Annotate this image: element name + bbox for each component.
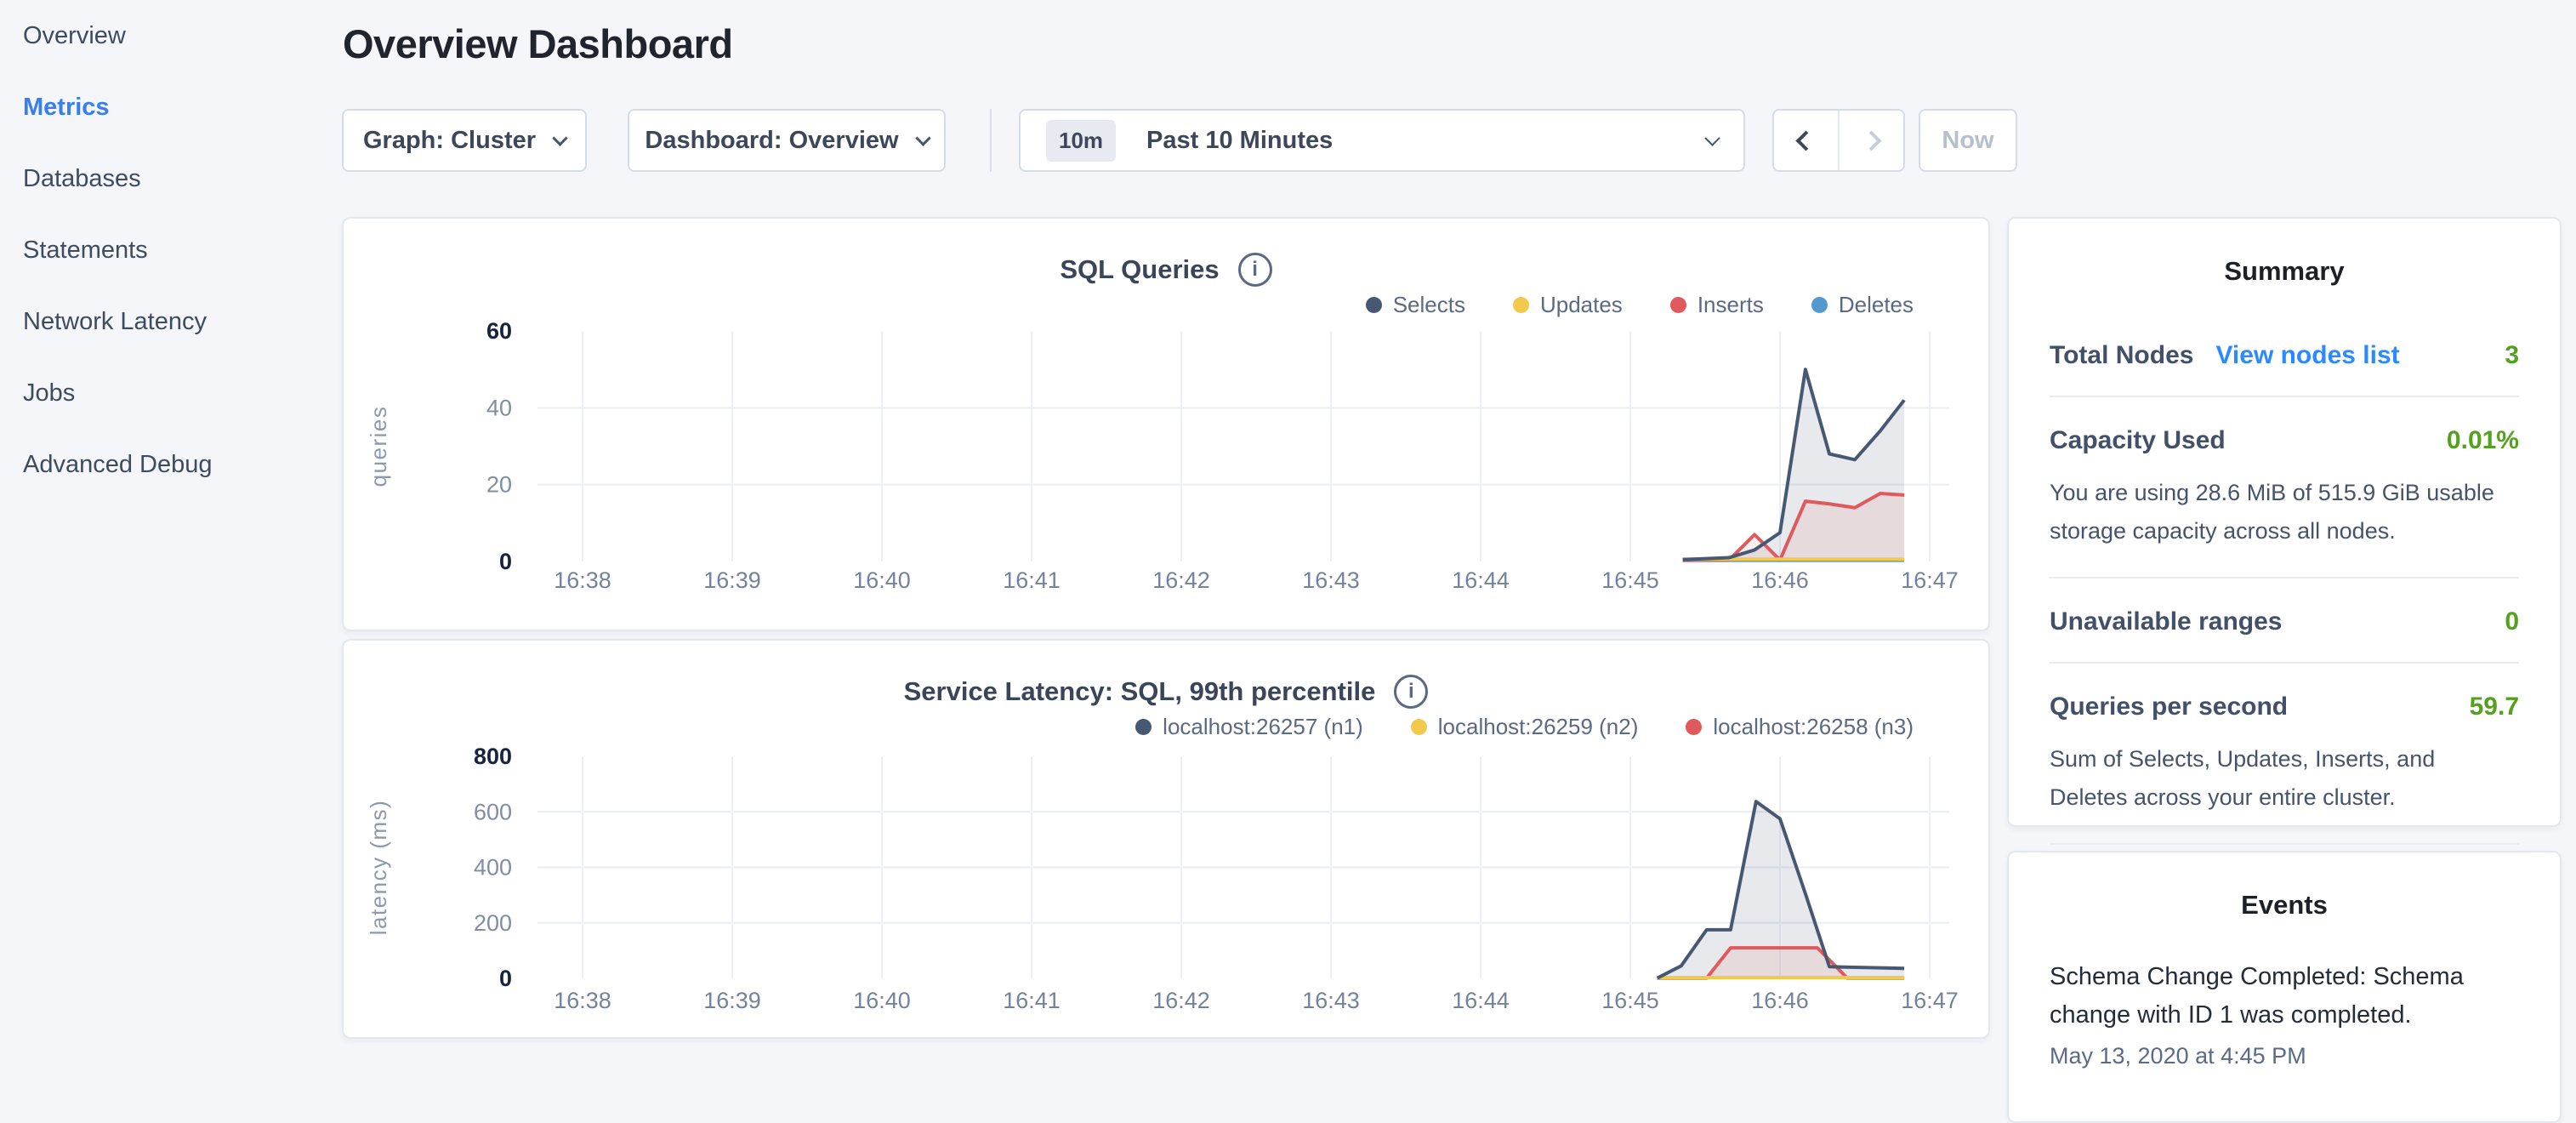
svg-text:16:46: 16:46 [1751,567,1809,593]
chevron-right-icon [1861,130,1881,151]
graph-scope-dropdown[interactable]: Graph: Cluster [342,109,587,172]
event-timestamp: May 13, 2020 at 4:45 PM [2050,1043,2519,1069]
total-nodes-label: Total Nodes [2050,341,2193,370]
svg-text:0: 0 [499,549,512,574]
svg-text:16:46: 16:46 [1751,988,1809,1013]
summary-row-qps: Queries per second 59.7 [2050,664,2519,747]
svg-text:16:47: 16:47 [1901,567,1959,593]
summary-row-capacity: Capacity Used 0.01% [2050,397,2519,481]
next-time-button[interactable] [1838,111,1903,170]
events-panel: Events Schema Change Completed: Schema c… [2007,851,2562,1123]
sidebar-item-overview[interactable]: Overview [23,22,333,50]
qps-label: Queries per second [2050,693,2288,721]
total-nodes-value: 3 [2505,341,2519,370]
time-window-label: Past 10 Minutes [1146,127,1333,155]
svg-text:16:39: 16:39 [703,988,761,1013]
unavailable-ranges-value: 0 [2505,607,2519,636]
sidebar-item-advanced-debug[interactable]: Advanced Debug [23,451,333,479]
service-latency-chart[interactable]: 16:38 16:39 16:40 16:41 16:42 16:43 16:44 16:45… [344,641,1988,1037]
capacity-used-label: Capacity Used [2050,426,2226,455]
sidebar-item-network-latency[interactable]: Network Latency [23,308,333,336]
svg-text:60: 60 [486,318,512,344]
summary-panel: Summary Total Nodes View nodes list 3 Ca… [2007,217,2562,827]
sql-queries-chart[interactable]: 16:38 16:39 16:40 16:41 16:42 16:43 16:44 16:45… [344,219,1988,630]
qps-subtext: Sum of Selects, Updates, Inserts, and De… [2050,740,2519,843]
svg-text:16:47: 16:47 [1901,988,1959,1013]
view-nodes-list-link[interactable]: View nodes list [2215,341,2399,370]
svg-text:800: 800 [474,744,512,769]
svg-text:latency (ms): latency (ms) [366,800,391,936]
svg-text:16:41: 16:41 [1003,567,1061,593]
svg-text:16:45: 16:45 [1601,567,1659,593]
summary-row-unavailable-ranges: Unavailable ranges 0 [2050,579,2519,662]
svg-text:16:44: 16:44 [1452,567,1510,593]
time-range-dropdown[interactable]: 10m Past 10 Minutes [1019,109,1745,172]
svg-text:40: 40 [486,395,512,420]
svg-text:20: 20 [486,472,512,498]
chevron-left-icon [1795,130,1816,151]
sidebar-item-statements[interactable]: Statements [23,237,333,265]
controls-divider [990,109,992,172]
events-title: Events [2050,890,2519,921]
svg-text:200: 200 [474,910,512,936]
service-latency-chart-card: Service Latency: SQL, 99th percentile i … [342,639,1990,1039]
unavailable-ranges-label: Unavailable ranges [2050,607,2282,636]
svg-text:16:40: 16:40 [853,988,911,1013]
svg-text:16:43: 16:43 [1302,567,1360,593]
dashboard-dropdown[interactable]: Dashboard: Overview [628,109,946,172]
svg-text:16:38: 16:38 [554,988,611,1013]
graph-scope-label: Graph: Cluster [363,127,536,155]
svg-text:16:44: 16:44 [1452,988,1510,1013]
svg-text:16:39: 16:39 [703,567,761,593]
time-pager [1772,109,1905,172]
svg-text:16:40: 16:40 [853,567,911,593]
capacity-used-subtext: You are using 28.6 MiB of 515.9 GiB usab… [2050,474,2519,577]
dashboard-label: Dashboard: Overview [645,127,898,155]
svg-text:16:45: 16:45 [1601,988,1659,1013]
svg-text:0: 0 [499,966,512,991]
sidebar-item-jobs[interactable]: Jobs [23,379,333,408]
capacity-used-value: 0.01% [2447,426,2519,455]
summary-row-total-nodes: Total Nodes View nodes list 3 [2050,312,2519,396]
svg-text:16:38: 16:38 [554,567,611,593]
svg-text:16:42: 16:42 [1152,988,1210,1013]
sidebar: Overview Metrics Databases Statements Ne… [0,0,333,522]
sidebar-item-metrics[interactable]: Metrics [23,94,333,122]
sidebar-item-databases[interactable]: Databases [23,165,333,193]
svg-text:16:43: 16:43 [1302,988,1360,1013]
svg-text:queries: queries [366,406,391,487]
sql-queries-chart-card: SQL Queries i Selects Updates Inserts De… [342,217,1990,631]
page-title: Overview Dashboard [343,20,733,67]
prev-time-button[interactable] [1774,111,1838,170]
svg-text:16:41: 16:41 [1003,988,1061,1013]
now-button[interactable]: Now [1919,109,2017,172]
qps-value: 59.7 [2470,693,2519,721]
chevron-down-icon [1704,130,1720,145]
dashboard-controls: Graph: Cluster Dashboard: Overview 10m P… [342,109,2017,172]
time-window-badge: 10m [1046,120,1116,162]
svg-text:400: 400 [474,855,512,881]
summary-title: Summary [2050,256,2519,287]
chevron-down-icon [915,130,930,145]
chevron-down-icon [552,130,567,145]
svg-text:16:42: 16:42 [1152,567,1210,593]
event-message[interactable]: Schema Change Completed: Schema change w… [2050,958,2519,1035]
svg-text:600: 600 [474,799,512,824]
